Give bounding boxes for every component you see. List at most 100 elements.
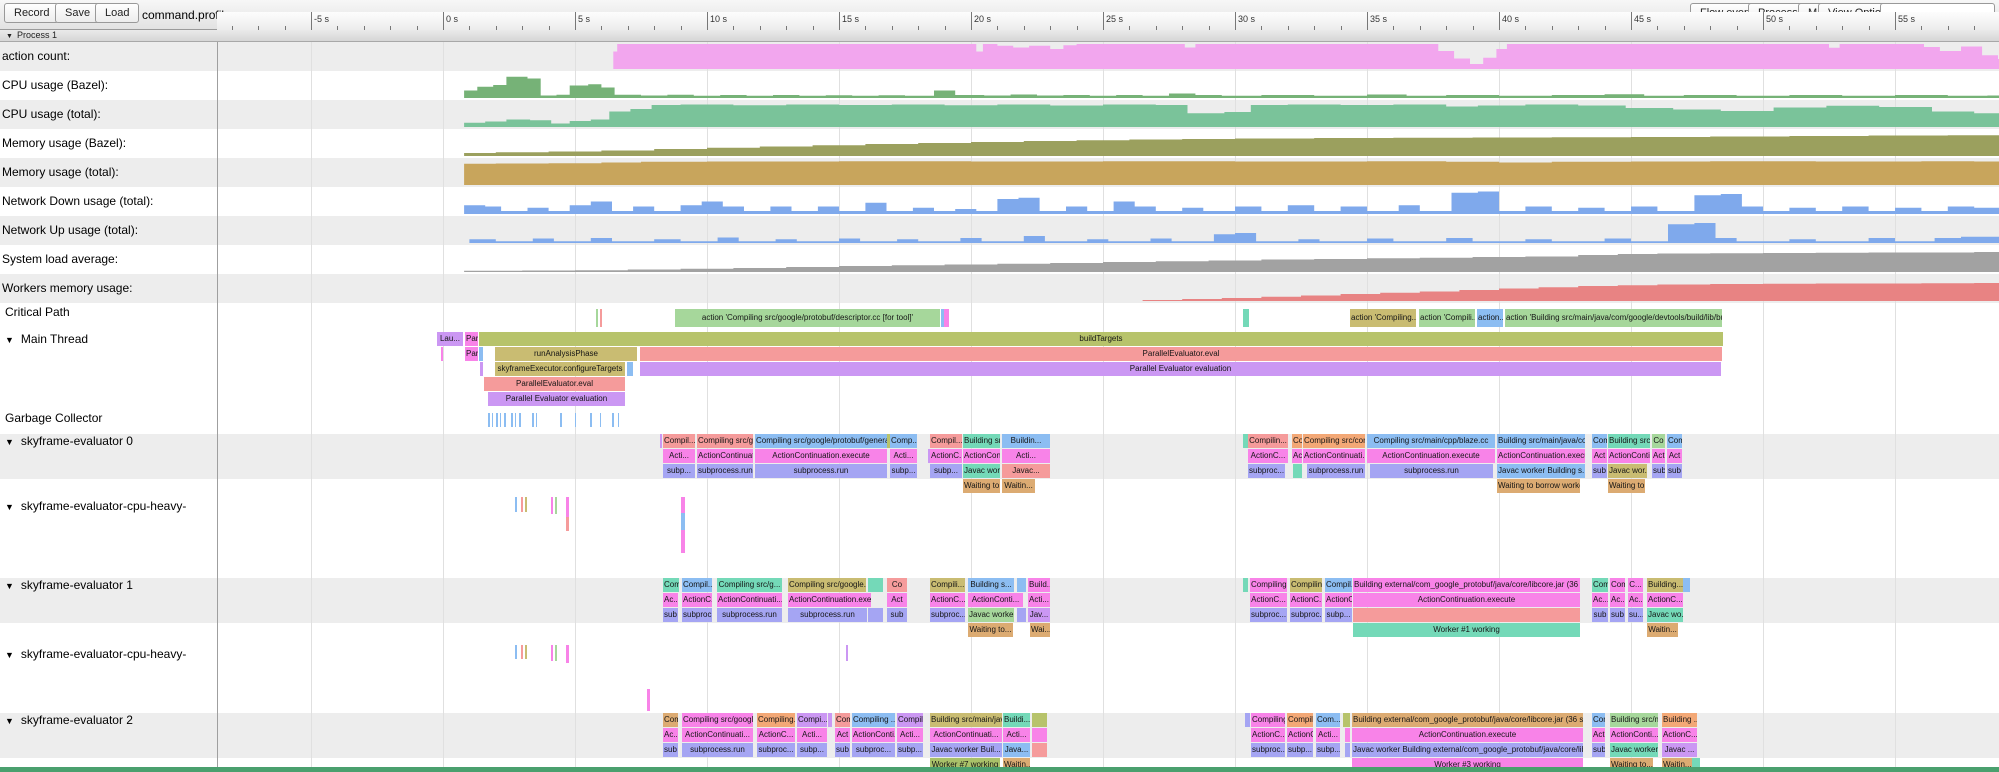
event-block[interactable] — [627, 362, 633, 376]
event-block[interactable]: Parallel Evaluator evaluation — [640, 362, 1721, 376]
event-block[interactable]: subproc... — [930, 608, 965, 622]
event-block[interactable]: sub — [1610, 608, 1625, 622]
event-block[interactable]: subprocess.run — [697, 464, 753, 478]
event-block[interactable]: Com — [1592, 713, 1605, 727]
event-block[interactable] — [1353, 608, 1580, 622]
event-block[interactable]: Com — [663, 713, 678, 727]
event-block[interactable]: Compiling ... — [852, 713, 895, 727]
track-label[interactable]: ▼skyframe-evaluator 1 — [5, 578, 133, 592]
record-button[interactable]: Record — [4, 3, 59, 23]
event-block[interactable]: Javac work... — [963, 464, 1000, 478]
event-block[interactable]: action 'Compiling src/google/protobuf/de… — [675, 309, 940, 327]
event-block[interactable]: Compiling src/g... — [717, 578, 782, 592]
event-block[interactable]: subproc... — [1250, 608, 1287, 622]
event-block[interactable]: sub — [1592, 743, 1605, 757]
event-block[interactable] — [1345, 743, 1350, 757]
event-tick[interactable] — [521, 645, 523, 659]
event-block[interactable]: Compiling src/google/protobuf/generat... — [755, 434, 887, 448]
event-block[interactable]: ActionC... — [1325, 593, 1352, 607]
event-block[interactable]: Building external/com_google_protobuf/ja… — [1353, 578, 1580, 592]
event-block[interactable]: buildTargets — [479, 332, 1723, 346]
event-block[interactable]: Build... — [1028, 578, 1050, 592]
event-block[interactable]: sub — [887, 608, 907, 622]
track-label[interactable]: ▼skyframe-evaluator-cpu-heavy- — [5, 647, 186, 661]
event-block[interactable]: Javac worker... — [1610, 743, 1658, 757]
event-block[interactable]: action... — [1477, 309, 1503, 327]
event-tick[interactable] — [515, 497, 517, 512]
event-block[interactable]: Waiting to borrow worker — [1497, 479, 1580, 493]
event-block[interactable]: Compili... — [930, 578, 965, 592]
event-tick[interactable] — [515, 413, 516, 427]
event-block[interactable]: Javac worker Building s... — [1497, 464, 1585, 478]
event-block[interactable]: sub — [1667, 464, 1682, 478]
event-block[interactable] — [1345, 728, 1350, 742]
event-tick[interactable] — [612, 413, 614, 427]
event-block[interactable]: Co — [1292, 434, 1302, 448]
event-block[interactable]: sub — [1592, 608, 1608, 622]
event-block[interactable] — [1017, 608, 1026, 622]
event-block[interactable]: Acti... — [1003, 728, 1030, 742]
event-block[interactable]: Ac... — [663, 593, 678, 607]
event-block[interactable] — [480, 362, 483, 376]
event-block[interactable]: Compiling ... — [1250, 578, 1287, 592]
event-block[interactable]: Compiling src/google... — [682, 713, 753, 727]
event-block[interactable]: ActionContinuati... — [717, 593, 782, 607]
event-block[interactable]: subprocess.run — [788, 608, 867, 622]
event-block[interactable]: Java... — [1003, 743, 1030, 757]
event-block[interactable]: sub — [663, 743, 678, 757]
counter-chart[interactable] — [0, 218, 1999, 243]
event-block[interactable]: subp... — [663, 464, 695, 478]
event-block[interactable]: Waitin... — [1002, 479, 1035, 493]
event-block[interactable]: Waitin... — [1647, 623, 1678, 637]
event-block[interactable]: ActionConti... — [1610, 728, 1658, 742]
event-block[interactable]: subproc... — [682, 608, 712, 622]
counter-chart[interactable] — [0, 44, 1999, 69]
event-block[interactable]: ActionC... — [757, 728, 795, 742]
event-block[interactable]: Compi... — [797, 713, 827, 727]
event-tick[interactable] — [500, 413, 501, 427]
event-block[interactable]: Waiting to... — [963, 479, 1000, 493]
event-block[interactable]: Javac worker Building external/com_googl… — [1352, 743, 1583, 757]
event-block[interactable]: ActionConti... — [968, 593, 1023, 607]
event-block[interactable]: Building src... — [1608, 434, 1650, 448]
event-block[interactable]: Waiting to... — [968, 623, 1013, 637]
event-block[interactable]: ActionConti... — [963, 449, 1000, 463]
event-block[interactable]: Com — [1667, 434, 1682, 448]
event-block[interactable]: Compil... — [897, 713, 923, 727]
event-block[interactable]: Javac worker Buil... — [930, 743, 1002, 757]
counter-chart[interactable] — [0, 160, 1999, 185]
counter-chart[interactable] — [0, 73, 1999, 98]
event-block[interactable]: Buildin... — [1002, 434, 1050, 448]
event-block[interactable]: subp... — [1325, 608, 1352, 622]
event-block[interactable]: Parallel Evaluator evaluation — [488, 392, 625, 406]
event-tick[interactable] — [575, 413, 576, 427]
event-block[interactable]: Compil... — [1287, 713, 1313, 727]
event-block[interactable]: ActionC... — [682, 593, 712, 607]
event-tick[interactable] — [488, 413, 490, 427]
event-block[interactable]: ActionC... — [930, 593, 965, 607]
event-tick[interactable] — [566, 517, 569, 531]
event-tick[interactable] — [566, 497, 569, 517]
event-tick[interactable] — [492, 413, 493, 427]
event-block[interactable]: Wai... — [1030, 623, 1050, 637]
event-block[interactable]: sub — [835, 743, 850, 757]
event-block[interactable]: Javac ... — [1662, 743, 1697, 757]
event-block[interactable]: Act — [887, 593, 907, 607]
event-tick[interactable] — [590, 413, 592, 427]
event-block[interactable]: action 'Compiling... — [1350, 309, 1416, 327]
event-block[interactable]: ActionContinuati... — [682, 728, 753, 742]
event-block[interactable]: Lau... — [437, 332, 463, 346]
track-label[interactable]: ▼skyframe-evaluator 2 — [5, 713, 133, 727]
event-block[interactable]: Acti... — [663, 449, 695, 463]
event-tick[interactable] — [551, 645, 553, 661]
event-block[interactable]: subprocess.run — [682, 743, 753, 757]
event-block[interactable] — [1243, 578, 1248, 592]
event-tick[interactable] — [536, 413, 537, 427]
event-block[interactable] — [660, 434, 662, 448]
event-block[interactable]: Com — [835, 713, 850, 727]
event-block[interactable]: ActionC... — [1662, 728, 1697, 742]
event-block[interactable]: Act — [1592, 449, 1607, 463]
event-block[interactable]: Building src/main/java/com/go... — [1497, 434, 1585, 448]
event-block[interactable]: skyframeExecutor.configureTargets — [495, 362, 625, 376]
event-block[interactable]: Compiling src/google... — [788, 578, 866, 592]
